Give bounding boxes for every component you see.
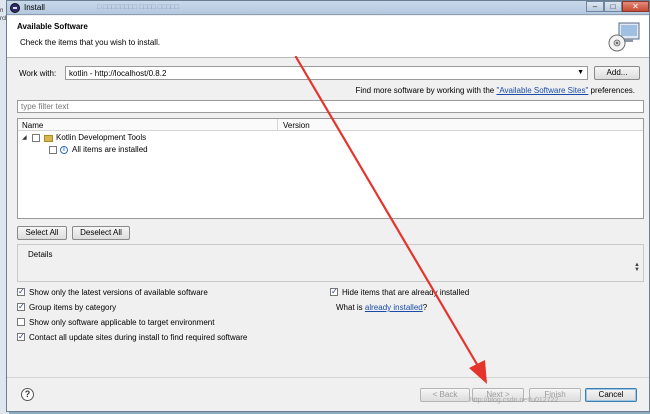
details-group: Details ▲ ▼ xyxy=(17,244,644,282)
work-with-value: kotlin - http://localhost/0.8.2 xyxy=(69,69,167,78)
cancel-button[interactable]: Cancel xyxy=(585,388,637,402)
table-header: Name Version xyxy=(18,119,643,131)
table-row[interactable]: i All items are installed xyxy=(18,144,643,156)
row-checkbox[interactable] xyxy=(32,134,40,142)
row-checkbox[interactable] xyxy=(49,146,57,154)
filter-input[interactable]: type filter text xyxy=(17,100,644,113)
what-is-prefix: What is xyxy=(336,303,365,312)
find-more-suffix: preferences. xyxy=(588,86,635,95)
find-more-text: Find more software by working with the "… xyxy=(356,86,635,95)
column-divider[interactable] xyxy=(277,119,278,131)
expand-triangle-icon[interactable]: ◢ xyxy=(22,134,27,141)
option-label: Group items by category xyxy=(29,303,117,312)
checkbox-group-items[interactable] xyxy=(17,302,25,311)
what-is-suffix: ? xyxy=(422,303,428,312)
title-bar-blurred-text: □ □□□□□□□□ □□□□ □□□□□ xyxy=(97,4,179,11)
what-is-installed-text: What is already installed? xyxy=(336,303,427,312)
checkbox-latest-versions[interactable] xyxy=(17,287,25,296)
row-label: Kotlin Development Tools xyxy=(56,133,147,142)
work-with-label: Work with: xyxy=(19,69,57,78)
row-label: All items are installed xyxy=(72,145,148,154)
table-row[interactable]: ◢ Kotlin Development Tools xyxy=(18,132,643,144)
help-icon[interactable]: ? xyxy=(21,388,34,401)
find-more-prefix: Find more software by working with the xyxy=(355,86,497,95)
install-wizard-icon xyxy=(608,22,640,52)
eclipse-icon xyxy=(10,3,20,13)
footer-divider xyxy=(7,377,649,378)
dropdown-arrow-icon[interactable]: ▼ xyxy=(577,69,584,76)
title-bar[interactable]: Install □ □□□□□□□□ □□□□ □□□□□ – □ ✕ xyxy=(7,1,649,15)
software-tree-table[interactable]: Name Version ◢ Kotlin Development Tools … xyxy=(17,118,644,219)
background-text: n xyxy=(0,8,4,14)
install-dialog: Install □ □□□□□□□□ □□□□ □□□□□ – □ ✕ Avai… xyxy=(6,0,650,412)
select-all-button[interactable]: Select All xyxy=(17,226,67,240)
column-header-name[interactable]: Name xyxy=(22,121,43,130)
window-title: Install xyxy=(24,3,45,12)
checkbox-applicable-only[interactable] xyxy=(17,318,25,326)
close-button[interactable]: ✕ xyxy=(622,1,649,12)
option-label: Show only software applicable to target … xyxy=(29,318,215,327)
page-description: Check the items that you wish to install… xyxy=(20,38,161,47)
category-icon xyxy=(44,135,53,142)
available-software-sites-link[interactable]: "Available Software Sites" xyxy=(496,86,588,95)
column-header-version[interactable]: Version xyxy=(283,121,310,130)
page-title: Available Software xyxy=(17,22,88,31)
option-label: Contact all update sites during install … xyxy=(29,333,248,342)
deselect-all-button[interactable]: Deselect All xyxy=(72,226,130,240)
option-label: Hide items that are already installed xyxy=(342,288,470,297)
wizard-banner: Available Software Check the items that … xyxy=(7,16,649,58)
details-scroll-icon[interactable]: ▲ ▼ xyxy=(634,262,640,273)
option-label: Show only the latest versions of availab… xyxy=(29,288,208,297)
watermark-text: http://blog.csdn.net/u012722 xyxy=(470,397,559,404)
maximize-button[interactable]: □ xyxy=(604,1,622,12)
info-icon: i xyxy=(60,146,68,154)
already-installed-link[interactable]: already installed xyxy=(365,303,423,312)
details-label: Details xyxy=(28,250,53,259)
back-button[interactable]: < Back xyxy=(420,388,470,402)
checkbox-hide-installed[interactable] xyxy=(330,287,338,296)
minimize-button[interactable]: – xyxy=(586,1,604,12)
checkbox-contact-sites[interactable] xyxy=(17,332,25,341)
add-site-button[interactable]: Add... xyxy=(594,66,640,80)
work-with-combo[interactable]: kotlin - http://localhost/0.8.2 ▼ xyxy=(65,66,588,80)
